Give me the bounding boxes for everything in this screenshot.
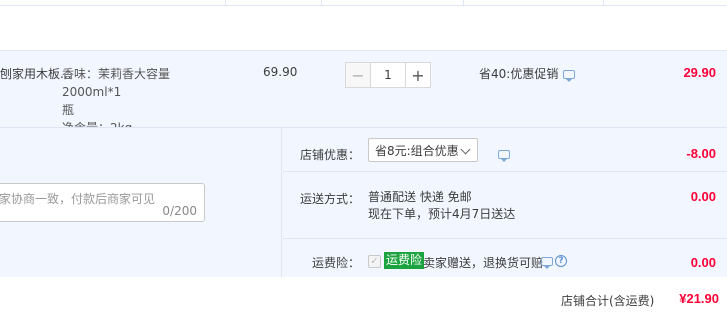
store-discount-amount: -8.00 — [686, 146, 716, 161]
store-total-label: 店铺合计(含运费) — [561, 294, 655, 308]
divider — [283, 238, 727, 239]
insurance-icons: ? — [541, 255, 567, 269]
header-cell — [0, 0, 226, 5]
shipping-label: 运送方式： — [300, 192, 361, 206]
quantity-decrease-button[interactable]: − — [345, 62, 371, 88]
quantity-input[interactable]: 1 — [371, 62, 405, 88]
header-cell — [226, 0, 322, 5]
plus-icon: + — [411, 65, 425, 85]
checkbox-icon: ✓ — [370, 256, 379, 267]
insurance-amount: 0.00 — [690, 255, 716, 270]
insurance-badge: 运费险 — [384, 252, 425, 269]
buyer-message-panel: 家协商一致，付款后商家可见 0/200 — [0, 128, 282, 278]
insurance-label: 运费险： — [312, 256, 361, 270]
store-total-row: 店铺合计(含运费) ¥21.90 — [0, 277, 727, 328]
shipping-method: 普通配送 快递 免邮 — [368, 190, 472, 204]
shipping-eta: 现在下单，预计4月7日送达 — [368, 207, 516, 221]
store-discount-chat[interactable] — [493, 147, 510, 162]
table-header-strip — [0, 0, 727, 6]
buyer-message-input[interactable]: 家协商一致，付款后商家可见 0/200 — [0, 183, 205, 222]
quantity-increase-button[interactable]: + — [405, 62, 431, 88]
store-discount-selected: 省8元:组合优惠 — [375, 143, 459, 158]
header-cell — [322, 0, 464, 5]
item-spec-flavor-cont: 瓶 — [62, 103, 75, 117]
item-spec-flavor: 香味：茉莉香大容量2000ml*1 — [62, 67, 171, 99]
message-char-counter: 0/200 — [162, 204, 197, 218]
header-cell — [464, 0, 604, 5]
chat-icon[interactable] — [498, 150, 510, 162]
shipping-amount: 0.00 — [690, 189, 716, 204]
chat-icon[interactable] — [563, 70, 576, 82]
item-subtotal: 29.90 — [683, 65, 716, 80]
message-placeholder: 家协商一致，付款后商家可见 — [0, 192, 156, 206]
chat-icon[interactable] — [541, 256, 553, 269]
minus-icon: − — [351, 65, 365, 85]
store-discount-label: 店铺优惠： — [300, 148, 361, 162]
divider — [283, 171, 727, 172]
cart-item-row: 刨家用木板... 香味：茉莉香大容量2000ml*1 瓶 净含量：2kg 69.… — [0, 50, 727, 135]
store-discount-select[interactable]: 省8元:组合优惠 — [368, 138, 478, 162]
item-promotion: 省40:优惠促销 — [479, 65, 576, 82]
insurance-checkbox[interactable]: ✓ — [368, 255, 381, 268]
item-title[interactable]: 刨家用木板... — [0, 65, 71, 82]
help-icon[interactable]: ? — [555, 255, 567, 267]
insurance-description: 卖家赠送，退换货可赔 — [423, 256, 544, 270]
quantity-stepper: − 1 + — [345, 62, 431, 88]
store-total-amount: ¥21.90 — [679, 291, 719, 306]
item-unit-price: 69.90 — [263, 65, 298, 79]
chevron-down-icon — [460, 144, 471, 155]
promotion-label: 省40:优惠促销 — [479, 67, 559, 81]
order-options-area: 家协商一致，付款后商家可见 0/200 店铺优惠： 省8元:组合优惠 -8.00… — [0, 127, 727, 278]
